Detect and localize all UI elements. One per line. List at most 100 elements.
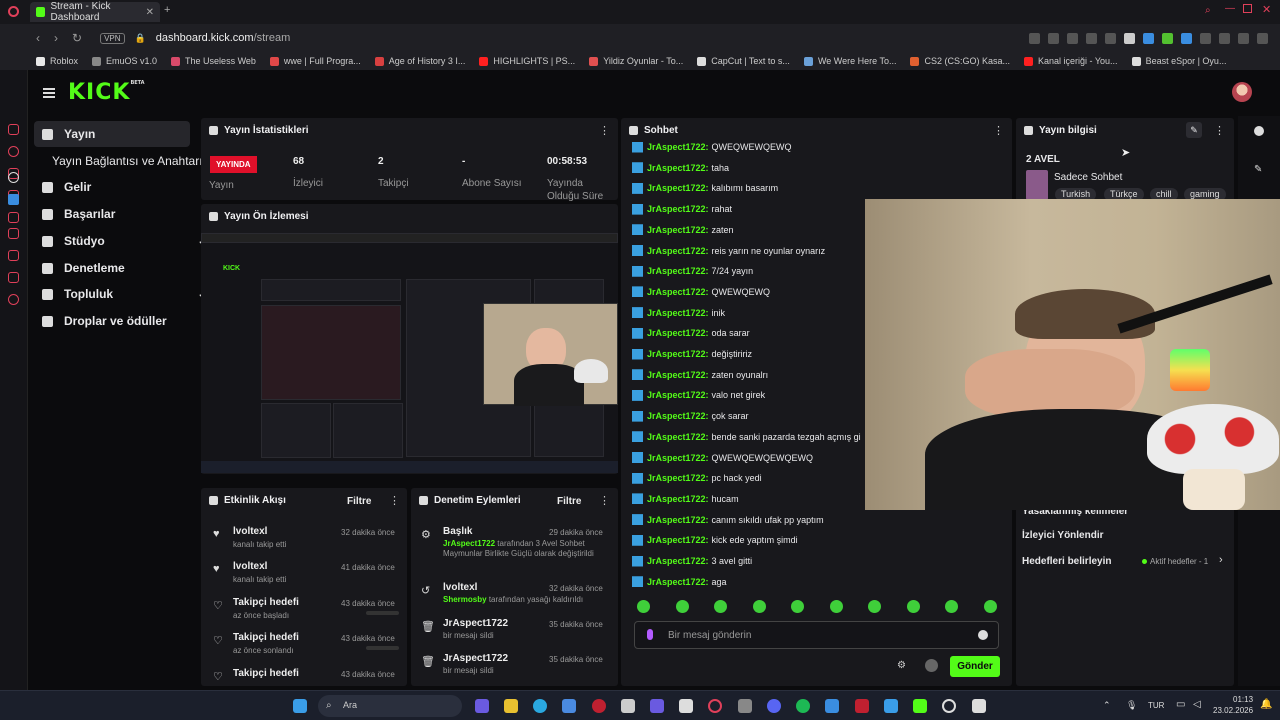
rail-item-icon[interactable] <box>8 272 19 283</box>
app-icon[interactable] <box>679 699 693 713</box>
sidebar-item-stream[interactable]: Yayın <box>34 121 190 147</box>
chat-username[interactable]: JrAspect1722: <box>647 308 709 318</box>
chat-message[interactable]: JrAspect1722: pc hack yedi <box>632 470 762 486</box>
chat-username[interactable]: JrAspect1722: <box>647 204 709 214</box>
gear-icon[interactable]: ⚙ <box>897 660 906 671</box>
rail-item-icon[interactable] <box>8 212 19 223</box>
stream-preview-video[interactable]: KICK <box>201 233 618 473</box>
chat-message[interactable]: JrAspect1722: değiştiririz <box>632 346 752 362</box>
network-icon[interactable]: ▭ <box>1176 699 1185 710</box>
discord-icon[interactable] <box>767 699 781 713</box>
bookmark-item[interactable]: Beast eSpor | Oyu... <box>1131 56 1226 66</box>
mic-tray-icon[interactable]: 🎙 <box>1126 700 1137 711</box>
chat-username[interactable]: JrAspect1722: <box>647 390 709 400</box>
emote-icon[interactable] <box>791 600 804 613</box>
chat-message[interactable]: JrAspect1722: çok sarar <box>632 408 749 424</box>
sidebar-item-revenue[interactable]: Gelir <box>34 174 190 200</box>
close-window-icon[interactable]: ✕ <box>1262 3 1271 16</box>
teams-icon[interactable] <box>650 699 664 713</box>
chat-message[interactable]: JrAspect1722: hucam <box>632 491 739 507</box>
moderation-filter-button[interactable]: Filtre <box>557 496 581 507</box>
chat-username[interactable]: JrAspect1722: <box>647 183 709 193</box>
spotify-icon[interactable] <box>796 699 810 713</box>
app-icon[interactable] <box>562 699 576 713</box>
emoji-icon[interactable] <box>978 630 988 640</box>
minimize-icon[interactable]: — <box>1225 3 1235 14</box>
chat-message[interactable]: JrAspect1722: 7/24 yayın <box>632 263 753 279</box>
redirect-viewers-row[interactable]: İzleyici Yönlendir <box>1022 530 1104 541</box>
app-icon[interactable] <box>475 699 489 713</box>
chat-username[interactable]: JrAspect1722: <box>647 432 709 442</box>
sidebar-item-studio[interactable]: Stüdyo⌄ <box>34 228 206 254</box>
chat-username[interactable]: JrAspect1722: <box>647 453 709 463</box>
back-icon[interactable]: ‹ <box>36 31 40 45</box>
forward-icon[interactable]: › <box>54 31 58 45</box>
emote-icon[interactable] <box>752 600 766 613</box>
language-indicator[interactable]: TUR <box>1148 701 1164 710</box>
rail-history-icon[interactable] <box>8 146 19 157</box>
rail-app-icon[interactable] <box>8 194 19 205</box>
bookmark-item[interactable]: Yildiz Oyunlar - To... <box>589 56 683 66</box>
edit-icon[interactable]: ✎ <box>1186 122 1202 138</box>
chat-message[interactable]: JrAspect1722: QWEWQEWQ <box>632 284 770 300</box>
emote-icon[interactable] <box>945 600 958 613</box>
bookmark-item[interactable]: The Useless Web <box>171 56 256 66</box>
activity-filter-button[interactable]: Filtre <box>347 496 371 507</box>
rail-item-icon[interactable] <box>8 250 19 261</box>
browser-tab[interactable]: Stream - Kick Dashboard ✕ <box>30 1 160 23</box>
bookmark-item[interactable]: CS2 (CS:GO) Kasa... <box>910 56 1010 66</box>
chat-message[interactable]: JrAspect1722: QWEQWEWQEWQ <box>632 139 792 155</box>
chat-message[interactable]: JrAspect1722: reis yarın ne oyunlar oynar… <box>632 243 825 259</box>
sidebar-item-drops[interactable]: Droplar ve ödüller <box>34 308 190 334</box>
more-options-icon[interactable]: ⋮ <box>1214 124 1225 137</box>
bookmark-item[interactable]: EmuOS v1.0 <box>92 56 157 66</box>
emote-icon[interactable] <box>675 600 689 613</box>
file-explorer-icon[interactable] <box>504 699 518 713</box>
chat-username[interactable]: JrAspect1722: <box>647 287 709 297</box>
bookmark-item[interactable]: wwe | Full Progra... <box>269 56 361 66</box>
chat-message[interactable]: JrAspect1722: rahat <box>632 201 732 217</box>
camera-icon[interactable] <box>1048 32 1059 44</box>
opera-logo-icon[interactable] <box>8 6 19 17</box>
kick-logo[interactable]: KICKBETA <box>68 80 145 105</box>
menu-icon[interactable] <box>1257 32 1268 44</box>
chat-username[interactable]: JrAspect1722: <box>647 473 709 483</box>
bookmark-icon[interactable] <box>1029 32 1040 44</box>
app-icon[interactable] <box>621 699 635 713</box>
chat-username[interactable]: JrAspect1722: <box>647 328 709 338</box>
chat-message[interactable]: JrAspect1722: kalıbımı basarım <box>632 180 778 196</box>
mic-icon[interactable] <box>647 629 653 640</box>
emote-icon[interactable] <box>714 600 727 613</box>
new-tab-icon[interactable]: + <box>164 4 170 16</box>
chat-message[interactable]: JrAspect1722: aga <box>632 574 727 589</box>
sidebar-item-achievements[interactable]: Başarılar <box>34 201 190 227</box>
vpn-badge[interactable]: VPN <box>100 32 125 44</box>
set-goals-row[interactable]: Hedefleri belirleyin <box>1022 556 1111 567</box>
app-icon[interactable] <box>972 699 986 713</box>
shield-icon[interactable] <box>1067 32 1078 44</box>
chat-message[interactable]: JrAspect1722: 3 avel gitti <box>632 553 752 569</box>
sidebar-item-stream-key[interactable]: Yayın Bağlantısı ve Anahtarı <box>34 148 204 174</box>
chat-username[interactable]: JrAspect1722: <box>647 349 709 359</box>
chevron-up-icon[interactable]: ⌃ <box>1103 700 1111 711</box>
more-options-icon[interactable]: ⋮ <box>993 124 1004 137</box>
chat-username[interactable]: JrAspect1722: <box>647 163 709 173</box>
chat-message[interactable]: JrAspect1722: QWEWQEWQEWQEWQ <box>632 450 813 466</box>
download-icon[interactable] <box>1238 32 1249 44</box>
app-icon[interactable] <box>855 699 869 713</box>
chat-username[interactable]: JrAspect1722: <box>647 411 709 421</box>
emote-icon[interactable] <box>906 600 920 613</box>
puzzle-icon[interactable] <box>1200 32 1211 44</box>
rail-item-icon[interactable] <box>8 124 19 135</box>
chat-message[interactable]: JrAspect1722: zaten <box>632 222 734 238</box>
chat-input[interactable]: Bir mesaj gönderin <box>634 621 999 649</box>
bookmark-item[interactable]: HIGHLIGHTS | PS... <box>479 56 575 66</box>
reload-icon[interactable]: ↻ <box>72 31 82 45</box>
extension-icon[interactable] <box>1124 32 1135 44</box>
close-tab-icon[interactable]: ✕ <box>146 7 154 18</box>
extension-icon[interactable] <box>1162 32 1173 44</box>
chat-username[interactable]: JrAspect1722: <box>647 142 709 152</box>
bookmark-item[interactable]: Roblox <box>36 56 78 66</box>
app-icon[interactable] <box>884 699 898 713</box>
app-icon[interactable] <box>825 699 839 713</box>
